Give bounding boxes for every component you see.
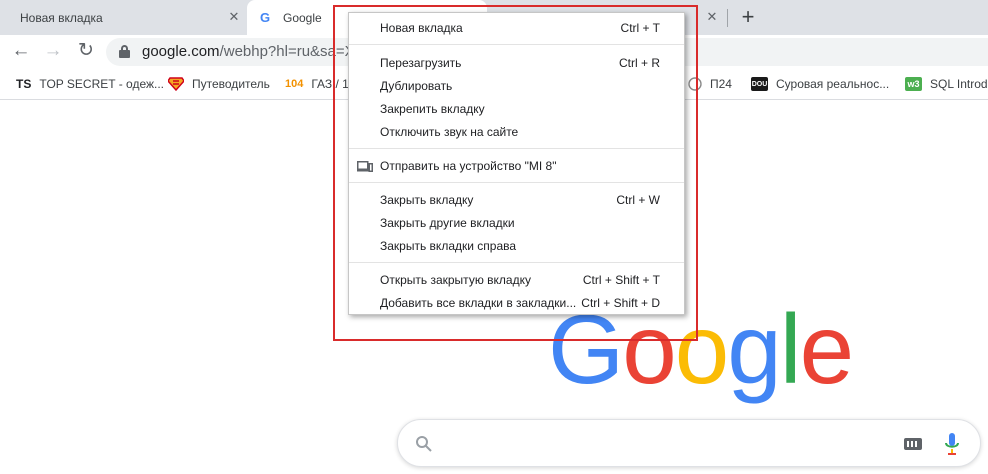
bookmark-label: TOP SECRET - одеж... [39,77,165,91]
bookmark-item[interactable]: DOU Суровая реальнос... [751,76,889,92]
forward-arrow-icon[interactable]: → [41,39,65,63]
104-favicon-icon: 104 [285,78,304,90]
menu-item-mute-site[interactable]: Отключить звук на сайте [349,121,684,144]
url-text[interactable]: google.com/webhp?hl=ru&sa=X& [142,44,365,60]
menu-item-new-tab[interactable]: Новая вкладка Ctrl + T [349,17,684,40]
menu-item-label: Добавить все вкладки в закладки... [380,296,577,310]
menu-item-shortcut: Ctrl + R [618,56,660,70]
ts-favicon-icon: TS [16,77,32,91]
menu-item-label: Открыть закрытую вкладку [380,273,531,287]
search-icon [416,436,432,452]
dou-favicon-icon: DOU [751,77,768,91]
menu-item-shortcut: Ctrl + T [620,21,660,35]
bookmark-label: П24 [710,77,732,91]
menu-item-label: Закрепить вкладку [380,102,485,116]
menu-item-label: Закрыть вкладки справа [380,239,517,253]
menu-separator [349,182,684,183]
menu-item-label: Отправить на устройство "MI 8" [380,159,557,173]
lock-icon[interactable] [119,45,130,58]
browser-window: Новая вкладка ✕ G Google ✕ + ← → ↻ googl… [0,0,988,474]
menu-item-shortcut: Ctrl + W [616,193,660,207]
menu-item-label: Дублировать [380,79,453,93]
menu-item-pin-tab[interactable]: Закрепить вкладку [349,98,684,121]
close-icon[interactable]: ✕ [705,10,719,24]
menu-item-label: Отключить звук на сайте [380,125,519,139]
menu-item-duplicate[interactable]: Дублировать [349,75,684,98]
menu-item-shortcut: Ctrl + Shift + T [582,273,660,287]
menu-item-shortcut: Ctrl + Shift + D [581,296,660,310]
logo-letter: e [799,294,854,404]
menu-item-label: Закрыть вкладку [380,193,474,207]
logo-letter: g [727,294,781,404]
menu-item-label: Перезагрузить [380,56,462,70]
menu-item-close-tab[interactable]: Закрыть вкладку Ctrl + W [349,189,684,212]
menu-separator [349,44,684,45]
bookmark-item[interactable]: TS TOP SECRET - одеж... [16,76,164,92]
keyboard-icon[interactable] [904,438,922,450]
device-icon [357,161,373,172]
menu-item-close-tabs-right[interactable]: Закрыть вкладки справа [349,235,684,258]
menu-separator [349,148,684,149]
close-icon[interactable]: ✕ [227,10,241,24]
menu-item-send-to-device[interactable]: Отправить на устройство "MI 8" [349,155,684,178]
google-g-icon: G [260,10,271,25]
logo-letter: l [779,294,802,404]
tab-separator [727,9,728,27]
new-tab-plus-icon[interactable]: + [737,4,759,30]
superman-shield-icon [168,77,184,91]
w3-favicon-icon: w3 [905,77,922,91]
menu-item-reopen-closed-tab[interactable]: Открыть закрытую вкладку Ctrl + Shift + … [349,269,684,292]
bookmark-label: Путеводитель [192,77,270,91]
tab-label: Google [283,10,322,25]
tab-label: Новая вкладка [20,10,103,25]
menu-item-reload[interactable]: Перезагрузить Ctrl + R [349,52,684,75]
menu-item-bookmark-all-tabs[interactable]: Добавить все вкладки в закладки... Ctrl … [349,292,684,315]
menu-item-label: Новая вкладка [380,21,463,35]
bookmark-label: Суровая реальнос... [776,77,890,91]
menu-separator [349,262,684,263]
tab-new-tab[interactable]: Новая вкладка ✕ [0,0,247,35]
menu-item-close-other-tabs[interactable]: Закрыть другие вкладки [349,212,684,235]
search-box[interactable] [397,419,981,467]
bookmark-label: SQL Introd [930,77,988,91]
microphone-icon[interactable] [944,432,960,456]
tab-context-menu: Новая вкладка Ctrl + T Перезагрузить Ctr… [348,12,685,315]
reload-icon[interactable]: ↻ [74,39,98,63]
bookmark-item[interactable]: Путеводитель [168,76,270,92]
menu-item-label: Закрыть другие вкладки [380,216,515,230]
url-host: google.com [142,43,220,60]
back-arrow-icon[interactable]: ← [9,39,33,63]
bookmark-item[interactable]: w3 SQL Introd [905,76,988,92]
